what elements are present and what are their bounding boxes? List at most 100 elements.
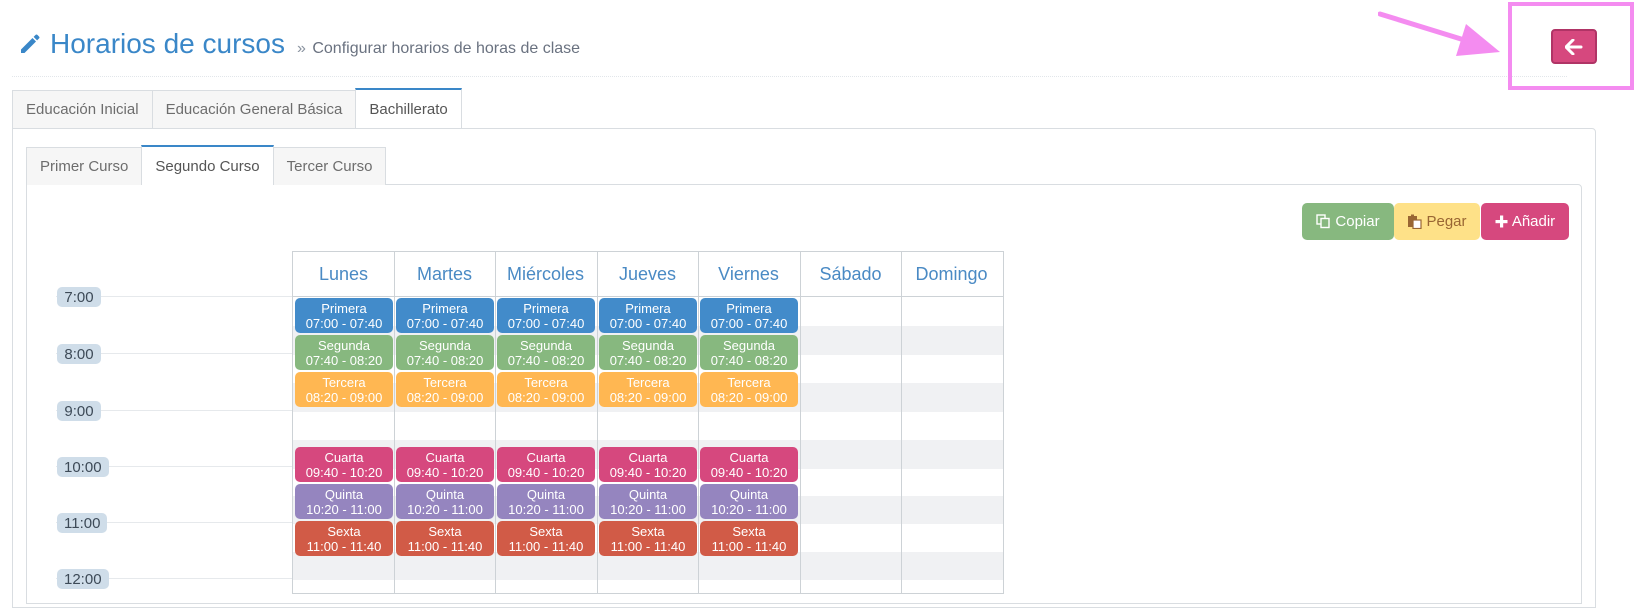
time-label-8: 8:00 [57,344,101,364]
period-block-miercoles-segunda[interactable]: Segunda 07:40 - 08:20 [497,335,595,370]
period-block-martes-quinta[interactable]: Quinta 10:20 - 11:00 [396,484,494,519]
period-name: Cuarta [729,449,769,465]
period-time-range: 09:40 - 10:20 [406,464,484,480]
period-block-viernes-segunda[interactable]: Segunda 07:40 - 08:20 [700,335,798,370]
period-block-miercoles-tercera[interactable]: Tercera 08:20 - 09:00 [497,372,595,407]
period-time-range: 09:40 - 10:20 [710,464,788,480]
period-block-miercoles-primera[interactable]: Primera 07:00 - 07:40 [497,298,595,333]
period-time-range: 08:20 - 09:00 [710,389,788,405]
period-name: Sexta [327,523,361,539]
period-name: Sexta [428,523,462,539]
grid-column-divider [495,252,496,593]
period-time-range: 09:40 - 10:20 [507,464,585,480]
period-block-martes-cuarta[interactable]: Cuarta 09:40 - 10:20 [396,447,494,482]
period-name: Segunda [519,337,573,353]
period-block-lunes-segunda[interactable]: Segunda 07:40 - 08:20 [295,335,393,370]
period-name: Cuarta [526,449,566,465]
period-block-lunes-cuarta[interactable]: Cuarta 09:40 - 10:20 [295,447,393,482]
period-name: Primera [726,300,772,316]
period-block-viernes-cuarta[interactable]: Cuarta 09:40 - 10:20 [700,447,798,482]
period-block-jueves-sexta[interactable]: Sexta 11:00 - 11:40 [599,521,697,556]
period-block-martes-segunda[interactable]: Segunda 07:40 - 08:20 [396,335,494,370]
period-name: Quinta [729,486,769,502]
grid-column-divider [800,252,801,593]
page-header: Horarios de cursos » Configurar horarios… [18,28,580,68]
period-block-martes-tercera[interactable]: Tercera 08:20 - 09:00 [396,372,494,407]
period-block-jueves-primera[interactable]: Primera 07:00 - 07:40 [599,298,697,333]
tab-primer-curso[interactable]: Primer Curso [26,147,143,185]
period-name: Tercera [626,374,670,390]
copy-icon [1316,214,1331,229]
tab-bachillerato[interactable]: Bachillerato [355,88,462,128]
period-block-jueves-segunda[interactable]: Segunda 07:40 - 08:20 [599,335,697,370]
period-time-range: 07:00 - 07:40 [406,315,484,331]
period-time-range: 07:40 - 08:20 [305,352,383,368]
add-button[interactable]: Añadir [1481,203,1569,240]
period-block-viernes-primera[interactable]: Primera 07:00 - 07:40 [700,298,798,333]
period-block-viernes-sexta[interactable]: Sexta 11:00 - 11:40 [700,521,798,556]
period-time-range: 08:20 - 09:00 [406,389,484,405]
copy-button-label: Copiar [1335,213,1380,230]
grid-row-stripe [293,552,1003,580]
tab-educacion-inicial[interactable]: Educación Inicial [12,90,153,128]
arrow-left-icon [1565,38,1583,55]
page-title: Horarios de cursos [50,28,285,59]
period-name: Sexta [732,523,766,539]
period-block-jueves-tercera[interactable]: Tercera 08:20 - 09:00 [599,372,697,407]
time-label-10: 10:00 [57,457,109,477]
period-block-martes-primera[interactable]: Primera 07:00 - 07:40 [396,298,494,333]
period-time-range: 10:20 - 11:00 [407,501,483,517]
period-name: Primera [422,300,468,316]
period-block-jueves-quinta[interactable]: Quinta 10:20 - 11:00 [599,484,697,519]
period-name: Sexta [631,523,665,539]
period-name: Cuarta [425,449,465,465]
period-time-range: 07:00 - 07:40 [305,315,383,331]
day-header-sabado: Sábado [819,263,882,284]
plus-icon [1495,215,1508,228]
subtitle-text: Configurar horarios de horas de clase [312,40,581,57]
period-block-lunes-tercera[interactable]: Tercera 08:20 - 09:00 [295,372,393,407]
day-header-jueves: Jueves [618,263,677,284]
period-name: Segunda [722,337,776,353]
period-time-range: 07:00 - 07:40 [609,315,687,331]
period-block-miercoles-sexta[interactable]: Sexta 11:00 - 11:40 [497,521,595,556]
day-header-viernes: Viernes [718,263,779,284]
period-time-range: 10:20 - 11:00 [508,501,584,517]
period-name: Tercera [524,374,568,390]
copy-button[interactable]: Copiar [1302,203,1394,240]
period-block-viernes-quinta[interactable]: Quinta 10:20 - 11:00 [700,484,798,519]
period-block-miercoles-quinta[interactable]: Quinta 10:20 - 11:00 [497,484,595,519]
paste-button[interactable]: Pegar [1394,203,1480,240]
period-time-range: 11:00 - 11:40 [306,538,382,554]
period-time-range: 08:20 - 09:00 [507,389,585,405]
period-time-range: 09:40 - 10:20 [609,464,687,480]
period-time-range: 11:00 - 11:40 [610,538,686,554]
period-block-jueves-cuarta[interactable]: Cuarta 09:40 - 10:20 [599,447,697,482]
period-block-martes-sexta[interactable]: Sexta 11:00 - 11:40 [396,521,494,556]
period-name: Quinta [628,486,668,502]
back-button[interactable] [1551,29,1597,64]
time-label-9: 9:00 [57,401,101,421]
period-block-lunes-sexta[interactable]: Sexta 11:00 - 11:40 [295,521,393,556]
tab-segundo-curso[interactable]: Segundo Curso [141,145,274,185]
period-name: Tercera [322,374,366,390]
day-header-martes: Martes [416,263,472,284]
grid-column-divider [698,252,699,593]
period-time-range: 11:00 - 11:40 [711,538,787,554]
grid-column-divider [901,252,902,593]
tab-educacion-general-basica[interactable]: Educación General Básica [151,90,357,128]
grid-column-divider [394,252,395,593]
period-block-viernes-tercera[interactable]: Tercera 08:20 - 09:00 [700,372,798,407]
period-time-range: 07:40 - 08:20 [710,352,788,368]
period-name: Segunda [418,337,472,353]
period-time-range: 08:20 - 09:00 [305,389,383,405]
grid-header-divider [293,296,1003,297]
header-divider [12,76,1567,77]
period-time-range: 09:40 - 10:20 [305,464,383,480]
tab-tercer-curso[interactable]: Tercer Curso [272,147,387,185]
period-time-range: 08:20 - 09:00 [609,389,687,405]
period-time-range: 07:00 - 07:40 [507,315,585,331]
period-block-miercoles-cuarta[interactable]: Cuarta 09:40 - 10:20 [497,447,595,482]
period-block-lunes-primera[interactable]: Primera 07:00 - 07:40 [295,298,393,333]
period-block-lunes-quinta[interactable]: Quinta 10:20 - 11:00 [295,484,393,519]
